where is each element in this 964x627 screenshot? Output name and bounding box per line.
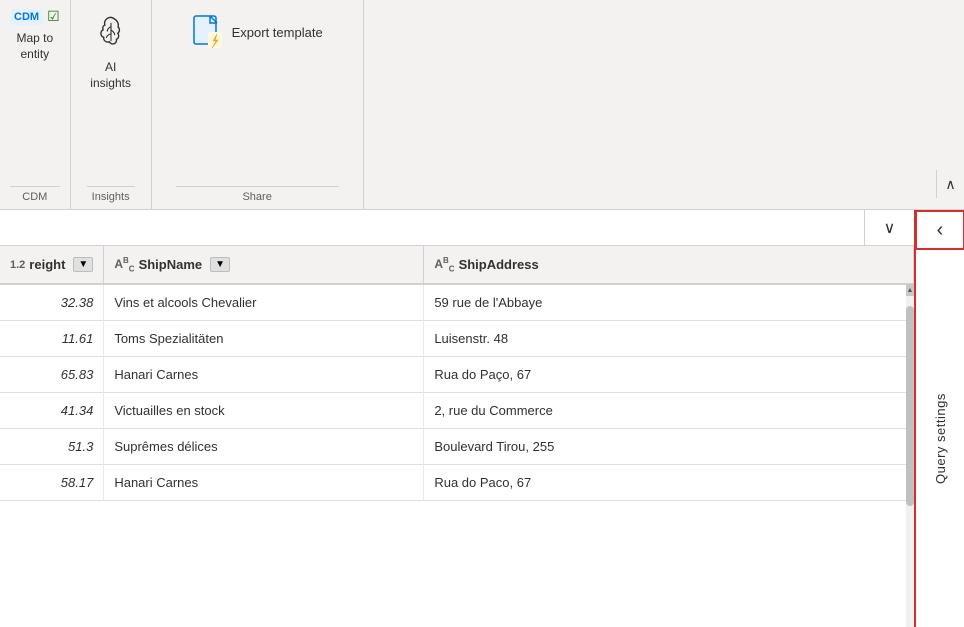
ai-insights-label: AIinsights (90, 60, 131, 91)
cell-freight-6: 58.17 (0, 464, 104, 500)
cdm-icons-row: CDM ☑ (10, 8, 60, 25)
cell-freight-3: 65.83 (0, 356, 104, 392)
share-group-label: Share (176, 186, 339, 209)
shipname-dropdown-button[interactable]: ▼ (210, 257, 230, 272)
search-input[interactable] (0, 210, 864, 245)
search-chevron-button[interactable]: ∨ (864, 210, 914, 245)
export-template-section[interactable]: Export template Share (152, 0, 364, 209)
toolbar-collapse-button[interactable]: ∧ (936, 170, 964, 198)
cdm-section: CDM ☑ Map to entity CDM (0, 0, 71, 209)
table-row: 65.83 Hanari Carnes Rua do Paço, 67 (0, 356, 914, 392)
table-row: 51.3 Suprêmes délices Boulevard Tirou, 2… (0, 428, 914, 464)
search-row: ∨ (0, 210, 914, 246)
cdm-text-icon: CDM (10, 9, 43, 25)
map-to-label: Map to entity (16, 31, 53, 62)
cell-shipaddress-5: Boulevard Tirou, 255 (424, 428, 914, 464)
cell-shipaddress-1: 59 rue de l'Abbaye (424, 284, 914, 320)
freight-dropdown-button[interactable]: ▼ (73, 257, 93, 272)
export-template-top: Export template (176, 8, 339, 182)
scrollbar-thumb[interactable] (906, 306, 914, 506)
cell-shipname-5: Suprêmes délices (104, 428, 424, 464)
export-template-button[interactable]: Export template (176, 8, 339, 56)
table-scroll-container: 1.2 reight ▼ ABC ShipName ▼ (0, 246, 914, 627)
col-header-shipaddress: ABC ShipAddress (424, 246, 914, 284)
table-row: 11.61 Toms Spezialitäten Luisenstr. 48 (0, 320, 914, 356)
scrollbar-track[interactable]: ▲ (906, 284, 914, 627)
query-settings-label: Query settings (933, 250, 948, 627)
query-settings-panel: ‹ Query settings (914, 210, 964, 627)
col-header-freight: 1.2 reight ▼ (0, 246, 104, 284)
ai-brain-icon (87, 8, 135, 56)
table-header-row: 1.2 reight ▼ ABC ShipName ▼ (0, 246, 914, 284)
ai-insights-top: AIinsights (87, 8, 135, 182)
main-content: 1.2 reight ▼ ABC ShipName ▼ (0, 246, 914, 627)
cell-shipaddress-2: Luisenstr. 48 (424, 320, 914, 356)
collapse-up-icon: ∧ (945, 176, 955, 193)
insights-group-label: Insights (87, 186, 135, 209)
export-template-label: Export template (232, 25, 323, 40)
cell-freight-5: 51.3 (0, 428, 104, 464)
cell-shipname-4: Victuailles en stock (104, 392, 424, 428)
shipname-type-icon: ABC (114, 256, 134, 273)
ai-insights-section[interactable]: AIinsights Insights (71, 0, 152, 209)
data-table: 1.2 reight ▼ ABC ShipName ▼ (0, 246, 914, 501)
table-row: 58.17 Hanari Carnes Rua do Paco, 67 (0, 464, 914, 500)
export-template-icon (192, 16, 224, 48)
chevron-down-icon: ∨ (884, 218, 896, 238)
cell-shipname-2: Toms Spezialitäten (104, 320, 424, 356)
cell-freight-2: 11.61 (0, 320, 104, 356)
check-icon: ☑ (47, 8, 60, 25)
cell-shipaddress-6: Rua do Paco, 67 (424, 464, 914, 500)
shipaddress-type-icon: ABC (434, 256, 454, 273)
shipname-col-label: ShipName (139, 257, 203, 272)
toolbar: CDM ☑ Map to entity CDM AIinsig (0, 0, 964, 210)
cdm-toolbar-top: CDM ☑ Map to entity (10, 8, 60, 182)
cell-shipname-1: Vins et alcools Chevalier (104, 284, 424, 320)
cell-freight-1: 32.38 (0, 284, 104, 320)
cell-shipaddress-3: Rua do Paço, 67 (424, 356, 914, 392)
freight-col-label: reight (29, 257, 65, 272)
table-row: 32.38 Vins et alcools Chevalier 59 rue d… (0, 284, 914, 320)
cell-shipname-3: Hanari Carnes (104, 356, 424, 392)
table-row: 41.34 Victuailles en stock 2, rue du Com… (0, 392, 914, 428)
cell-freight-4: 41.34 (0, 392, 104, 428)
col-header-shipname: ABC ShipName ▼ (104, 246, 424, 284)
cell-shipname-6: Hanari Carnes (104, 464, 424, 500)
shipaddress-col-label: ShipAddress (459, 257, 539, 272)
back-chevron-icon: ‹ (937, 219, 944, 242)
freight-type-icon: 1.2 (10, 259, 25, 271)
cell-shipaddress-4: 2, rue du Commerce (424, 392, 914, 428)
cdm-group-label: CDM (10, 186, 60, 209)
query-settings-back-button[interactable]: ‹ (915, 210, 964, 250)
